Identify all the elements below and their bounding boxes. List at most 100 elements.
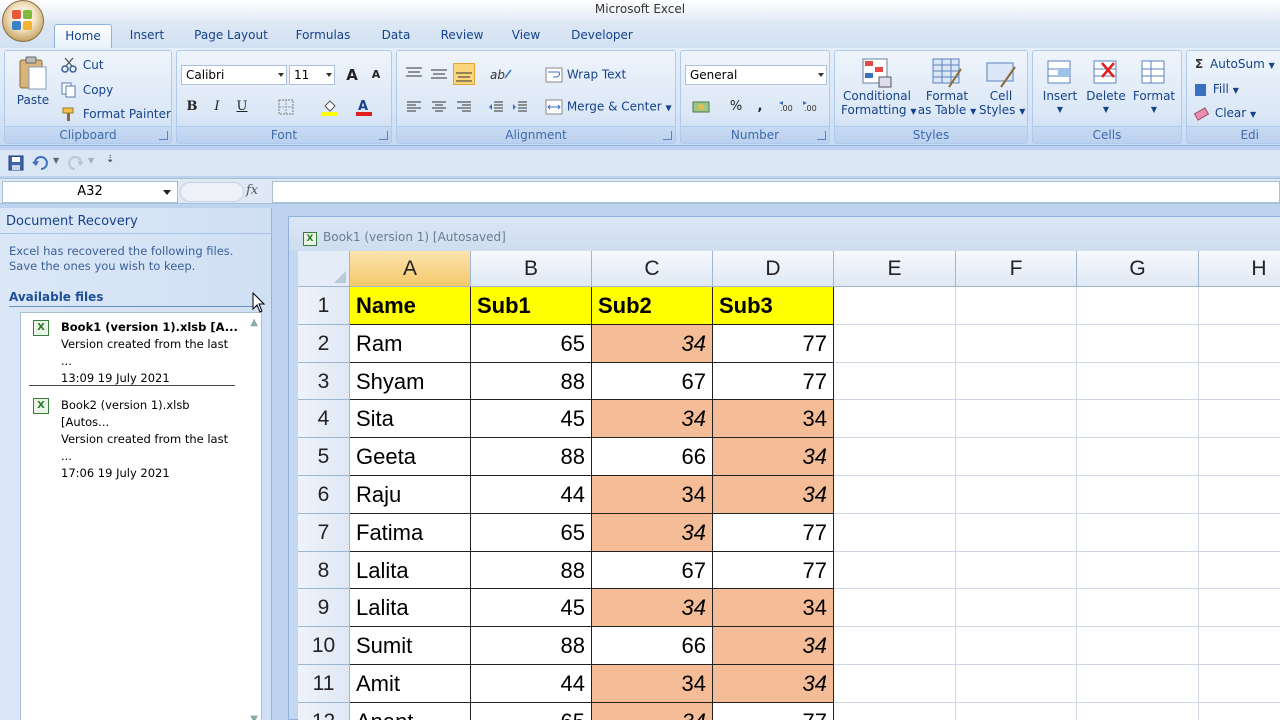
score-cell[interactable]: 77 xyxy=(713,324,834,363)
grow-font-button[interactable]: A xyxy=(341,64,363,86)
empty-cell[interactable] xyxy=(1199,552,1280,590)
empty-cell[interactable] xyxy=(1199,703,1280,720)
empty-cell[interactable] xyxy=(956,665,1077,703)
score-cell[interactable]: 77 xyxy=(713,551,834,590)
score-cell[interactable]: 45 xyxy=(471,400,592,439)
column-header-a[interactable]: A xyxy=(350,251,471,287)
undo-icon[interactable] xyxy=(32,155,50,171)
score-cell[interactable]: 66 xyxy=(592,438,713,476)
empty-cell[interactable] xyxy=(1077,627,1199,665)
empty-cell[interactable] xyxy=(1077,287,1199,325)
empty-cell[interactable] xyxy=(1077,362,1199,401)
increase-indent-button[interactable] xyxy=(509,96,531,118)
decrease-decimal-button[interactable]: .00 xyxy=(801,96,823,118)
name-cell[interactable]: Fatima xyxy=(350,513,471,552)
empty-cell[interactable] xyxy=(956,324,1077,363)
align-center-button[interactable] xyxy=(428,96,450,118)
name-cell[interactable]: Shyam xyxy=(350,362,471,401)
wrap-text-button[interactable]: Wrap Text xyxy=(545,67,626,83)
column-header-f[interactable]: F xyxy=(956,251,1077,287)
score-cell[interactable]: 66 xyxy=(592,627,713,665)
clipboard-launcher-icon[interactable] xyxy=(159,131,168,140)
name-cell[interactable]: Raju xyxy=(350,476,471,514)
score-cell[interactable]: 88 xyxy=(471,551,592,590)
name-cell[interactable]: Anant xyxy=(350,702,471,720)
empty-cell[interactable] xyxy=(956,438,1077,476)
copy-button[interactable]: Copy xyxy=(61,82,113,98)
empty-cell[interactable] xyxy=(1199,589,1280,628)
tab-page-layout[interactable]: Page Layout xyxy=(190,24,272,48)
row-header[interactable]: 11 xyxy=(298,665,350,703)
empty-cell[interactable] xyxy=(956,287,1077,325)
underline-button[interactable]: U xyxy=(231,96,253,118)
row-header[interactable]: 1 xyxy=(298,287,350,325)
empty-cell[interactable] xyxy=(834,438,956,476)
empty-cell[interactable] xyxy=(1077,589,1199,628)
name-cell[interactable]: Ram xyxy=(350,324,471,363)
empty-cell[interactable] xyxy=(956,513,1077,552)
redo-dropdown-icon[interactable]: ▼ xyxy=(88,156,94,165)
empty-cell[interactable] xyxy=(956,589,1077,628)
empty-cell[interactable] xyxy=(956,551,1077,590)
row-header[interactable]: 3 xyxy=(298,362,350,401)
empty-cell[interactable] xyxy=(1077,324,1199,363)
tab-developer[interactable]: Developer xyxy=(566,24,638,48)
score-cell[interactable]: 34 xyxy=(592,476,713,514)
score-cell[interactable]: 34 xyxy=(713,400,834,439)
score-cell[interactable]: 65 xyxy=(471,324,592,363)
row-header[interactable]: 9 xyxy=(298,589,350,628)
fill-button[interactable]: Fill ▼ xyxy=(1195,82,1239,96)
header-cell[interactable]: Sub1 xyxy=(471,287,592,325)
empty-cell[interactable] xyxy=(834,551,956,590)
redo-icon[interactable] xyxy=(66,155,84,171)
score-cell[interactable]: 34 xyxy=(592,400,713,439)
empty-cell[interactable] xyxy=(834,665,956,703)
tab-data[interactable]: Data xyxy=(374,24,418,48)
empty-cell[interactable] xyxy=(1077,665,1199,703)
empty-cell[interactable] xyxy=(1199,438,1280,476)
percent-button[interactable]: % xyxy=(725,96,747,118)
name-cell[interactable]: Sumit xyxy=(350,627,471,665)
recovered-file-item[interactable]: X Book2 (version 1).xlsb [Autos... Versi… xyxy=(31,397,241,482)
score-cell[interactable]: 88 xyxy=(471,627,592,665)
empty-cell[interactable] xyxy=(834,702,956,720)
score-cell[interactable]: 44 xyxy=(471,665,592,703)
row-header[interactable]: 10 xyxy=(298,627,350,665)
empty-cell[interactable] xyxy=(834,287,956,325)
increase-decimal-button[interactable]: .00 xyxy=(777,96,799,118)
conditional-formatting-button[interactable]: Conditional Formatting ▼ xyxy=(841,57,917,119)
column-header-g[interactable]: G xyxy=(1077,251,1199,287)
align-right-button[interactable] xyxy=(453,96,475,118)
empty-cell[interactable] xyxy=(956,400,1077,439)
empty-cell[interactable] xyxy=(1077,476,1199,514)
empty-cell[interactable] xyxy=(1077,702,1199,720)
paste-button[interactable]: Paste xyxy=(13,55,53,123)
decrease-indent-button[interactable] xyxy=(485,96,507,118)
name-cell[interactable]: Lalita xyxy=(350,551,471,590)
align-left-button[interactable] xyxy=(403,96,425,118)
number-format-select[interactable]: General xyxy=(685,65,827,85)
borders-button[interactable] xyxy=(275,96,297,118)
score-cell[interactable]: 34 xyxy=(713,476,834,514)
column-header-c[interactable]: C xyxy=(592,251,713,287)
score-cell[interactable]: 34 xyxy=(592,665,713,703)
score-cell[interactable]: 67 xyxy=(592,551,713,590)
header-cell[interactable]: Sub3 xyxy=(713,287,834,325)
empty-cell[interactable] xyxy=(834,362,956,401)
align-middle-button[interactable] xyxy=(428,63,450,85)
alignment-launcher-icon[interactable] xyxy=(663,131,672,140)
tab-view[interactable]: View xyxy=(506,24,546,48)
name-cell[interactable]: Lalita xyxy=(350,589,471,628)
score-cell[interactable]: 88 xyxy=(471,438,592,476)
score-cell[interactable]: 34 xyxy=(713,665,834,703)
empty-cell[interactable] xyxy=(1199,514,1280,552)
score-cell[interactable]: 34 xyxy=(713,627,834,665)
delete-cells-button[interactable]: Delete ▼ xyxy=(1085,57,1127,117)
name-cell[interactable]: Amit xyxy=(350,665,471,703)
name-box-dropdown-icon[interactable] xyxy=(163,190,171,195)
recovered-file-item[interactable]: X Book1 (version 1).xlsb [A... Version c… xyxy=(31,319,241,387)
empty-cell[interactable] xyxy=(834,476,956,514)
empty-cell[interactable] xyxy=(1199,287,1280,325)
empty-cell[interactable] xyxy=(1199,325,1280,363)
empty-cell[interactable] xyxy=(834,513,956,552)
